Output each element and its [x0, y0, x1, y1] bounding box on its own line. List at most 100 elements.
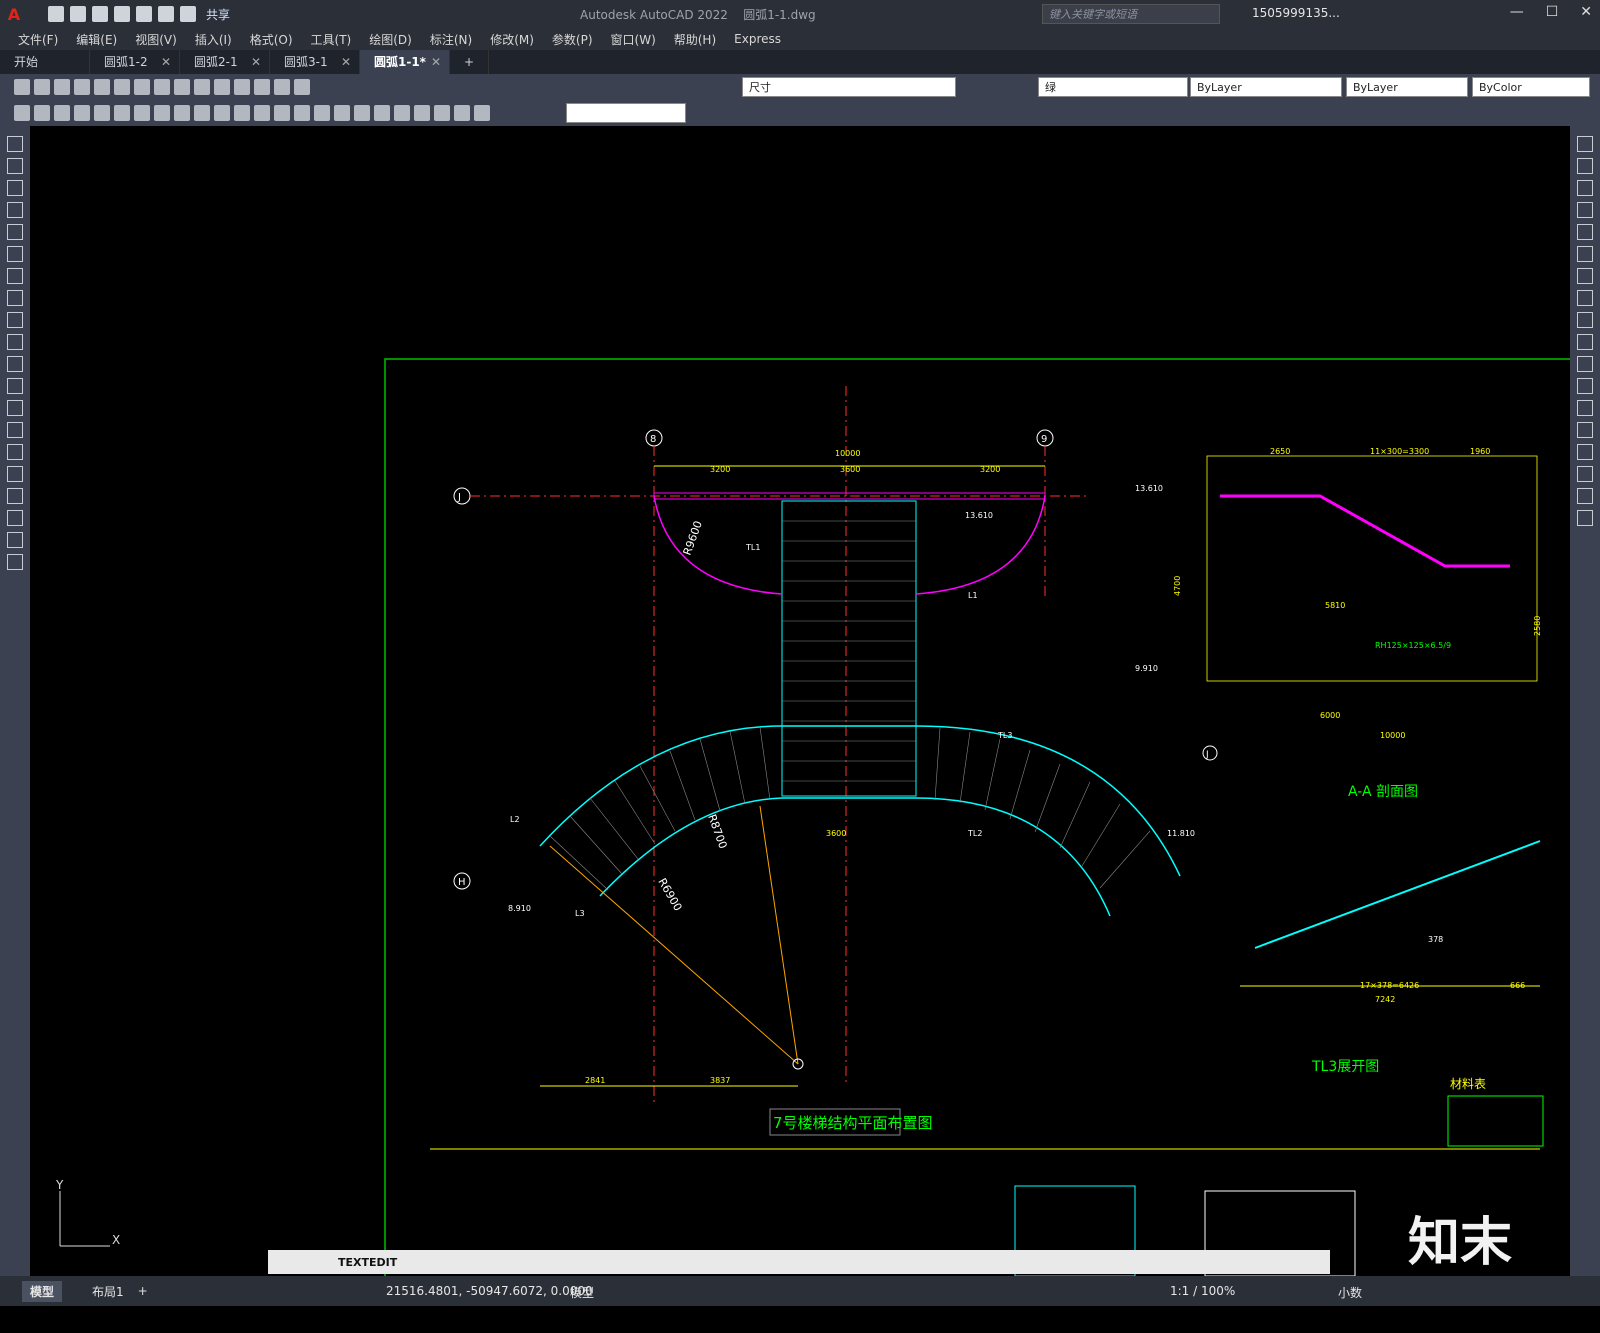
draw-tool-icon[interactable] — [7, 378, 23, 394]
linetype-dropdown[interactable]: ByLayer — [1190, 77, 1342, 97]
draw-tool-icon[interactable] — [7, 444, 23, 460]
draw-tool-icon[interactable] — [7, 510, 23, 526]
dimension-tool-icon[interactable] — [414, 105, 430, 121]
draw-tool-icon[interactable] — [7, 554, 23, 570]
menu-item-8[interactable]: 修改(M) — [490, 31, 534, 48]
draw-tool-icon[interactable] — [7, 290, 23, 306]
modify-tool-icon[interactable] — [1577, 422, 1593, 438]
preview-icon[interactable] — [94, 79, 110, 95]
open-icon[interactable] — [70, 6, 86, 22]
paste-icon[interactable] — [174, 79, 190, 95]
menu-item-5[interactable]: 工具(T) — [311, 31, 352, 48]
dimstyle-dropdown[interactable] — [566, 103, 686, 123]
autocad-logo-icon[interactable]: A — [0, 0, 28, 28]
dimension-tool-icon[interactable] — [454, 105, 470, 121]
dimension-tool-icon[interactable] — [94, 105, 110, 121]
undo-icon[interactable] — [158, 6, 174, 22]
open-icon[interactable] — [34, 79, 50, 95]
modify-tool-icon[interactable] — [1577, 334, 1593, 350]
draw-tool-icon[interactable] — [7, 268, 23, 284]
draw-tool-icon[interactable] — [7, 202, 23, 218]
modify-tool-icon[interactable] — [1577, 268, 1593, 284]
model-space-toggle[interactable]: 模型 — [570, 1284, 594, 1301]
menu-item-3[interactable]: 插入(I) — [195, 31, 232, 48]
menu-item-6[interactable]: 绘图(D) — [369, 31, 412, 48]
redo-icon[interactable] — [180, 6, 196, 22]
user-account[interactable]: 1505999135... — [1252, 6, 1340, 20]
dimension-tool-icon[interactable] — [74, 105, 90, 121]
menu-item-7[interactable]: 标注(N) — [430, 31, 472, 48]
dimension-tool-icon[interactable] — [394, 105, 410, 121]
plot-icon[interactable] — [136, 6, 152, 22]
modify-tool-icon[interactable] — [1577, 312, 1593, 328]
menu-item-11[interactable]: 帮助(H) — [674, 31, 716, 48]
modify-tool-icon[interactable] — [1577, 444, 1593, 460]
menu-item-12[interactable]: Express — [734, 32, 781, 46]
save-icon[interactable] — [92, 6, 108, 22]
dimension-tool-icon[interactable] — [134, 105, 150, 121]
dimension-tool-icon[interactable] — [334, 105, 350, 121]
command-line[interactable]: TEXTEDIT — [268, 1250, 1330, 1274]
copy-icon[interactable] — [154, 79, 170, 95]
modify-tool-icon[interactable] — [1577, 202, 1593, 218]
new-icon[interactable] — [14, 79, 30, 95]
draw-tool-icon[interactable] — [7, 356, 23, 372]
dimension-tool-icon[interactable] — [154, 105, 170, 121]
tab-close-icon[interactable]: ✕ — [341, 50, 351, 74]
draw-tool-icon[interactable] — [7, 488, 23, 504]
menu-item-1[interactable]: 编辑(E) — [76, 31, 117, 48]
cut-icon[interactable] — [134, 79, 150, 95]
share-button[interactable]: 共享 — [206, 6, 230, 23]
tab-close-icon[interactable]: ✕ — [251, 50, 261, 74]
menu-item-2[interactable]: 视图(V) — [135, 31, 177, 48]
dimension-tool-icon[interactable] — [14, 105, 30, 121]
tab-2[interactable]: 圆弧2-1 ✕ — [180, 50, 270, 74]
draw-tool-icon[interactable] — [7, 136, 23, 152]
undo-icon[interactable] — [194, 79, 210, 95]
dimension-tool-icon[interactable] — [214, 105, 230, 121]
tab-3[interactable]: 圆弧3-1 ✕ — [270, 50, 360, 74]
draw-tool-icon[interactable] — [7, 180, 23, 196]
plotstyle-dropdown[interactable]: ByColor — [1472, 77, 1590, 97]
layout-tab-layout1[interactable]: 布局1 — [84, 1281, 132, 1302]
tab-close-icon[interactable]: ✕ — [161, 50, 171, 74]
units-display[interactable]: 小数 — [1338, 1284, 1362, 1301]
menu-item-9[interactable]: 参数(P) — [552, 31, 593, 48]
modify-tool-icon[interactable] — [1577, 488, 1593, 504]
dimension-tool-icon[interactable] — [274, 105, 290, 121]
dimension-tool-icon[interactable] — [194, 105, 210, 121]
dimension-tool-icon[interactable] — [474, 105, 490, 121]
redo-icon[interactable] — [214, 79, 230, 95]
modify-tool-icon[interactable] — [1577, 510, 1593, 526]
modify-tool-icon[interactable] — [1577, 290, 1593, 306]
draw-tool-icon[interactable] — [7, 422, 23, 438]
menu-item-10[interactable]: 窗口(W) — [611, 31, 656, 48]
draw-tool-icon[interactable] — [7, 158, 23, 174]
dimension-tool-icon[interactable] — [354, 105, 370, 121]
publish-icon[interactable] — [114, 79, 130, 95]
dimension-tool-icon[interactable] — [34, 105, 50, 121]
save-icon[interactable] — [54, 79, 70, 95]
minimize-icon[interactable]: — — [1510, 4, 1524, 20]
draw-tool-icon[interactable] — [7, 224, 23, 240]
new-tab-button[interactable]: + — [450, 50, 490, 74]
menu-item-4[interactable]: 格式(O) — [250, 31, 293, 48]
dimension-tool-icon[interactable] — [254, 105, 270, 121]
tab-close-icon[interactable]: ✕ — [431, 50, 441, 74]
modify-tool-icon[interactable] — [1577, 400, 1593, 416]
lineweight-dropdown[interactable]: ByLayer — [1346, 77, 1468, 97]
modify-tool-icon[interactable] — [1577, 224, 1593, 240]
dimension-tool-icon[interactable] — [174, 105, 190, 121]
modify-tool-icon[interactable] — [1577, 136, 1593, 152]
save-as-icon[interactable] — [114, 6, 130, 22]
modify-tool-icon[interactable] — [1577, 246, 1593, 262]
properties-icon[interactable] — [274, 79, 290, 95]
draw-tool-icon[interactable] — [7, 532, 23, 548]
tab-1[interactable]: 圆弧1-2 ✕ — [90, 50, 180, 74]
draw-tool-icon[interactable] — [7, 246, 23, 262]
new-icon[interactable] — [48, 6, 64, 22]
tab-0[interactable]: 开始 — [0, 50, 90, 74]
zoom-icon[interactable] — [254, 79, 270, 95]
dimension-tool-icon[interactable] — [54, 105, 70, 121]
maximize-icon[interactable]: ☐ — [1546, 4, 1559, 20]
